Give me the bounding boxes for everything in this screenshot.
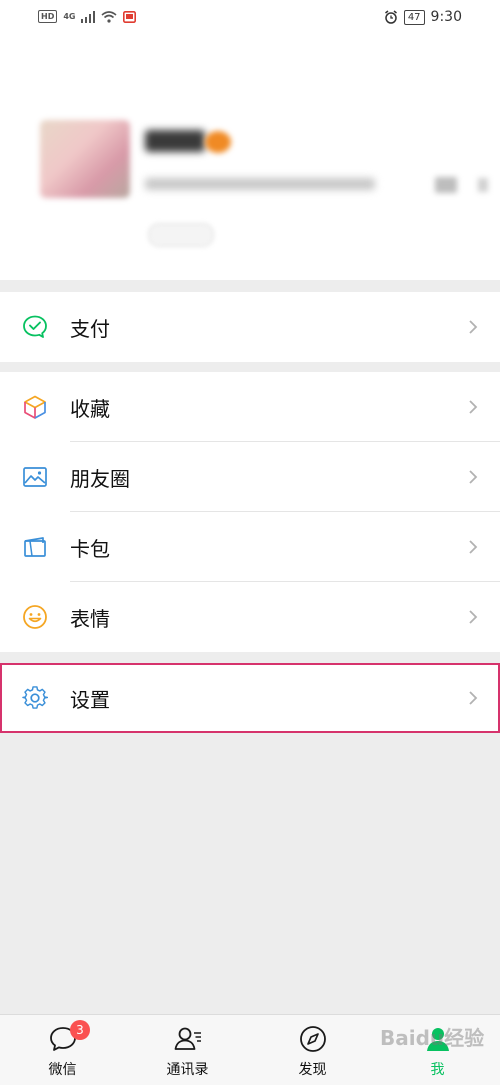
chevron-right-icon	[469, 400, 478, 414]
signal-icon	[81, 10, 96, 23]
menu-item-pay[interactable]: 支付	[0, 292, 500, 362]
cube-icon	[24, 395, 46, 419]
hd-indicator: HD	[38, 10, 58, 23]
compass-icon	[299, 1026, 326, 1052]
wallet-card-icon	[24, 537, 46, 557]
status-right: 47 9:30	[384, 9, 462, 25]
menu-item-cards-label: 卡包	[70, 536, 110, 561]
menu-item-settings[interactable]: 设置	[0, 663, 500, 733]
clock: 9:30	[430, 9, 462, 25]
chevron-right-icon	[469, 610, 478, 624]
gear-icon	[22, 686, 48, 709]
tab-me-label: 我	[430, 1062, 445, 1078]
unread-badge: 3	[70, 1020, 90, 1040]
alarm-icon	[384, 10, 397, 24]
menu-item-moments[interactable]: 朋友圈	[0, 442, 500, 512]
contacts-icon	[174, 1027, 201, 1050]
menu-group-pay: 支付	[0, 292, 500, 362]
network-indicator: 4G	[63, 12, 76, 21]
tab-chats[interactable]: 3 微信	[0, 1015, 125, 1085]
menu-item-favorites[interactable]: 收藏	[0, 372, 500, 442]
profile-header[interactable]	[0, 38, 500, 280]
tab-contacts[interactable]: 通讯录	[125, 1015, 250, 1085]
battery-indicator: 47	[403, 9, 425, 25]
tab-discover-label: 发现	[298, 1062, 327, 1078]
wechat-pay-icon	[23, 315, 47, 338]
avatar[interactable]	[40, 120, 130, 198]
watermark: Baidu经验	[380, 1026, 485, 1050]
chevron-right-icon	[469, 691, 478, 705]
tab-contacts-label: 通讯录	[166, 1062, 209, 1078]
nickname-emoji-blurred	[205, 131, 231, 153]
image-icon	[23, 467, 47, 487]
menu-group-settings: 设置	[0, 663, 500, 733]
chevron-right-icon	[469, 540, 478, 554]
menu-item-stickers-label: 表情	[70, 606, 110, 631]
wifi-icon	[101, 10, 118, 23]
menu-item-cards[interactable]: 卡包	[0, 512, 500, 582]
menu-item-stickers[interactable]: 表情	[0, 582, 500, 652]
menu-group-main: 收藏 朋友圈 卡包 表情	[0, 372, 500, 652]
menu-item-moments-label: 朋友圈	[70, 466, 130, 491]
menu-item-pay-label: 支付	[70, 316, 110, 341]
status-bar: HD 4G 47 9:30	[0, 0, 500, 38]
tab-chats-label: 微信	[48, 1062, 77, 1078]
wechat-id-blurred	[145, 178, 375, 190]
profile-chevron-icon	[478, 178, 488, 192]
nickname-blurred	[145, 130, 205, 152]
chevron-right-icon	[469, 320, 478, 334]
smiley-icon	[23, 605, 47, 629]
status-button-blurred[interactable]	[148, 223, 214, 247]
menu-item-settings-label: 设置	[70, 687, 110, 712]
status-left: HD 4G	[38, 10, 137, 23]
tab-discover[interactable]: 发现	[250, 1015, 375, 1085]
qr-code-icon[interactable]	[435, 177, 457, 193]
menu-item-favorites-label: 收藏	[70, 396, 110, 421]
notification-icon	[123, 10, 137, 23]
chevron-right-icon	[469, 470, 478, 484]
